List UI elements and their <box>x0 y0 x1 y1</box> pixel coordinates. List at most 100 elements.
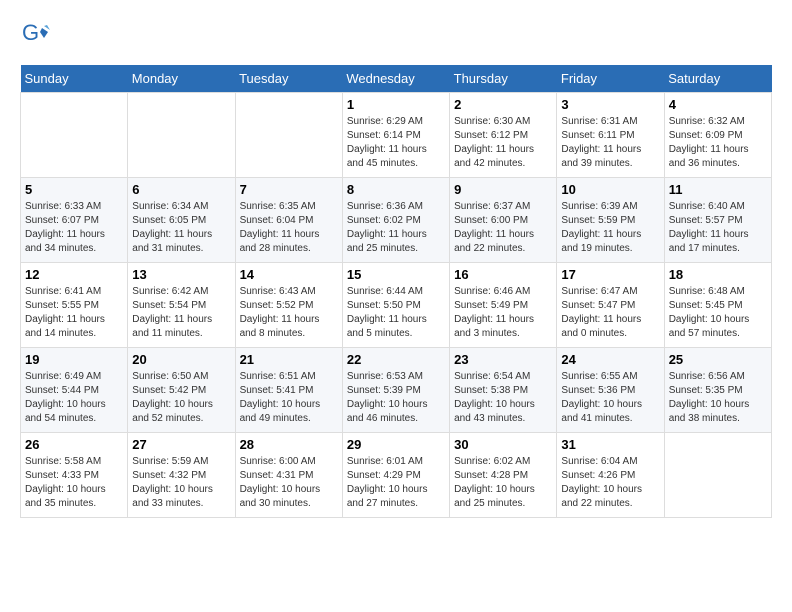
day-number: 31 <box>561 437 659 452</box>
calendar-cell: 7 Sunrise: 6:35 AM Sunset: 6:04 PM Daylig… <box>235 178 342 263</box>
calendar-cell: 21Sunrise: 6:51 AM Sunset: 5:41 PM Dayli… <box>235 348 342 433</box>
day-number: 12 <box>25 267 123 282</box>
calendar-cell: 24Sunrise: 6:55 AM Sunset: 5:36 PM Dayli… <box>557 348 664 433</box>
calendar-cell <box>21 93 128 178</box>
day-number: 2 <box>454 97 552 112</box>
day-number: 26 <box>25 437 123 452</box>
calendar-cell: 12 Sunrise: 6:41 AM Sunset: 5:55 PM Dayli… <box>21 263 128 348</box>
cell-info: Sunrise: 6:42 AM Sunset: 5:54 PM Dayligh… <box>132 285 230 341</box>
day-number: 18 <box>669 267 767 282</box>
calendar-cell: 3 Sunrise: 6:31 AM Sunset: 6:11 PM Daylig… <box>557 93 664 178</box>
cell-info: Sunrise: 6:37 AM Sunset: 6:00 PM Dayligh… <box>454 200 552 256</box>
calendar-cell: 5Sunrise: 6:33 AM Sunset: 6:07 PM Daylig… <box>21 178 128 263</box>
day-number: 25 <box>669 352 767 367</box>
calendar-cell: 10Sunrise: 6:39 AM Sunset: 5:59 PM Dayli… <box>557 178 664 263</box>
cell-info: Sunrise: 6:50 AM Sunset: 5:42 PM Dayligh… <box>132 370 230 426</box>
logo-icon: G <box>20 20 50 50</box>
cell-info: Sunrise: 6:35 AM Sunset: 6:04 PM Dayligh… <box>240 200 338 256</box>
calendar-week-2: 5Sunrise: 6:33 AM Sunset: 6:07 PM Daylig… <box>21 178 772 263</box>
day-number: 7 <box>240 182 338 197</box>
calendar-cell: 30 Sunrise: 6:02 AM Sunset: 4:28 PM Dayli… <box>450 433 557 518</box>
day-header-sunday: Sunday <box>21 65 128 93</box>
cell-info: Sunrise: 6:48 AM Sunset: 5:45 PM Dayligh… <box>669 285 767 341</box>
cell-info: Sunrise: 6:39 AM Sunset: 5:59 PM Dayligh… <box>561 200 659 256</box>
calendar-cell: 22Sunrise: 6:53 AM Sunset: 5:39 PM Dayli… <box>342 348 449 433</box>
calendar-cell: 15 Sunrise: 6:44 AM Sunset: 5:50 PM Dayli… <box>342 263 449 348</box>
cell-info: Sunrise: 6:46 AM Sunset: 5:49 PM Dayligh… <box>454 285 552 341</box>
cell-info: Sunrise: 6:43 AM Sunset: 5:52 PM Dayligh… <box>240 285 338 341</box>
day-number: 20 <box>132 352 230 367</box>
day-header-monday: Monday <box>128 65 235 93</box>
calendar-week-5: 26 Sunrise: 5:58 AM Sunset: 4:33 PM Dayli… <box>21 433 772 518</box>
cell-info: Sunrise: 6:31 AM Sunset: 6:11 PM Dayligh… <box>561 115 659 171</box>
day-number: 3 <box>561 97 659 112</box>
calendar-cell: 20 Sunrise: 6:50 AM Sunset: 5:42 PM Dayli… <box>128 348 235 433</box>
day-header-tuesday: Tuesday <box>235 65 342 93</box>
day-number: 30 <box>454 437 552 452</box>
page-header: G <box>20 20 772 50</box>
calendar-cell: 23Sunrise: 6:54 AM Sunset: 5:38 PM Dayli… <box>450 348 557 433</box>
day-number: 6 <box>132 182 230 197</box>
day-number: 16 <box>454 267 552 282</box>
day-header-thursday: Thursday <box>450 65 557 93</box>
cell-info: Sunrise: 6:51 AM Sunset: 5:41 PM Dayligh… <box>240 370 338 426</box>
cell-info: Sunrise: 6:49 AM Sunset: 5:44 PM Dayligh… <box>25 370 123 426</box>
calendar-cell: 9 Sunrise: 6:37 AM Sunset: 6:00 PM Daylig… <box>450 178 557 263</box>
calendar-cell: 1 Sunrise: 6:29 AM Sunset: 6:14 PM Daylig… <box>342 93 449 178</box>
day-number: 29 <box>347 437 445 452</box>
calendar-cell: 27 Sunrise: 5:59 AM Sunset: 4:32 PM Dayli… <box>128 433 235 518</box>
calendar-cell: 6 Sunrise: 6:34 AM Sunset: 6:05 PM Daylig… <box>128 178 235 263</box>
calendar-cell: 4 Sunrise: 6:32 AM Sunset: 6:09 PM Daylig… <box>664 93 771 178</box>
calendar-week-3: 12 Sunrise: 6:41 AM Sunset: 5:55 PM Dayli… <box>21 263 772 348</box>
day-number: 14 <box>240 267 338 282</box>
calendar-cell: 13 Sunrise: 6:42 AM Sunset: 5:54 PM Dayli… <box>128 263 235 348</box>
day-number: 13 <box>132 267 230 282</box>
calendar-cell: 29 Sunrise: 6:01 AM Sunset: 4:29 PM Dayli… <box>342 433 449 518</box>
day-number: 27 <box>132 437 230 452</box>
cell-info: Sunrise: 6:56 AM Sunset: 5:35 PM Dayligh… <box>669 370 767 426</box>
cell-info: Sunrise: 6:53 AM Sunset: 5:39 PM Dayligh… <box>347 370 445 426</box>
calendar-cell: 14 Sunrise: 6:43 AM Sunset: 5:52 PM Dayli… <box>235 263 342 348</box>
day-number: 11 <box>669 182 767 197</box>
cell-info: Sunrise: 6:44 AM Sunset: 5:50 PM Dayligh… <box>347 285 445 341</box>
calendar-cell: 2 Sunrise: 6:30 AM Sunset: 6:12 PM Daylig… <box>450 93 557 178</box>
calendar-header: SundayMondayTuesdayWednesdayThursdayFrid… <box>21 65 772 93</box>
day-number: 9 <box>454 182 552 197</box>
cell-info: Sunrise: 6:01 AM Sunset: 4:29 PM Dayligh… <box>347 455 445 511</box>
calendar-table: SundayMondayTuesdayWednesdayThursdayFrid… <box>20 65 772 518</box>
day-header-wednesday: Wednesday <box>342 65 449 93</box>
cell-info: Sunrise: 6:54 AM Sunset: 5:38 PM Dayligh… <box>454 370 552 426</box>
calendar-cell <box>235 93 342 178</box>
calendar-cell: 16 Sunrise: 6:46 AM Sunset: 5:49 PM Dayli… <box>450 263 557 348</box>
calendar-week-4: 19 Sunrise: 6:49 AM Sunset: 5:44 PM Dayli… <box>21 348 772 433</box>
cell-info: Sunrise: 6:34 AM Sunset: 6:05 PM Dayligh… <box>132 200 230 256</box>
cell-info: Sunrise: 6:02 AM Sunset: 4:28 PM Dayligh… <box>454 455 552 511</box>
calendar-cell <box>128 93 235 178</box>
day-number: 4 <box>669 97 767 112</box>
day-header-saturday: Saturday <box>664 65 771 93</box>
calendar-cell: 31 Sunrise: 6:04 AM Sunset: 4:26 PM Dayli… <box>557 433 664 518</box>
svg-text:G: G <box>22 20 39 45</box>
calendar-cell: 28 Sunrise: 6:00 AM Sunset: 4:31 PM Dayli… <box>235 433 342 518</box>
cell-info: Sunrise: 6:30 AM Sunset: 6:12 PM Dayligh… <box>454 115 552 171</box>
cell-info: Sunrise: 6:00 AM Sunset: 4:31 PM Dayligh… <box>240 455 338 511</box>
calendar-cell: 26 Sunrise: 5:58 AM Sunset: 4:33 PM Dayli… <box>21 433 128 518</box>
day-number: 1 <box>347 97 445 112</box>
cell-info: Sunrise: 5:58 AM Sunset: 4:33 PM Dayligh… <box>25 455 123 511</box>
calendar-cell: 8Sunrise: 6:36 AM Sunset: 6:02 PM Daylig… <box>342 178 449 263</box>
calendar-cell <box>664 433 771 518</box>
cell-info: Sunrise: 6:36 AM Sunset: 6:02 PM Dayligh… <box>347 200 445 256</box>
calendar-cell: 11 Sunrise: 6:40 AM Sunset: 5:57 PM Dayli… <box>664 178 771 263</box>
cell-info: Sunrise: 6:47 AM Sunset: 5:47 PM Dayligh… <box>561 285 659 341</box>
logo: G <box>20 20 54 50</box>
cell-info: Sunrise: 6:04 AM Sunset: 4:26 PM Dayligh… <box>561 455 659 511</box>
day-number: 24 <box>561 352 659 367</box>
cell-info: Sunrise: 6:40 AM Sunset: 5:57 PM Dayligh… <box>669 200 767 256</box>
cell-info: Sunrise: 5:59 AM Sunset: 4:32 PM Dayligh… <box>132 455 230 511</box>
day-number: 15 <box>347 267 445 282</box>
day-number: 19 <box>25 352 123 367</box>
cell-info: Sunrise: 6:41 AM Sunset: 5:55 PM Dayligh… <box>25 285 123 341</box>
cell-info: Sunrise: 6:32 AM Sunset: 6:09 PM Dayligh… <box>669 115 767 171</box>
cell-info: Sunrise: 6:29 AM Sunset: 6:14 PM Dayligh… <box>347 115 445 171</box>
day-number: 28 <box>240 437 338 452</box>
